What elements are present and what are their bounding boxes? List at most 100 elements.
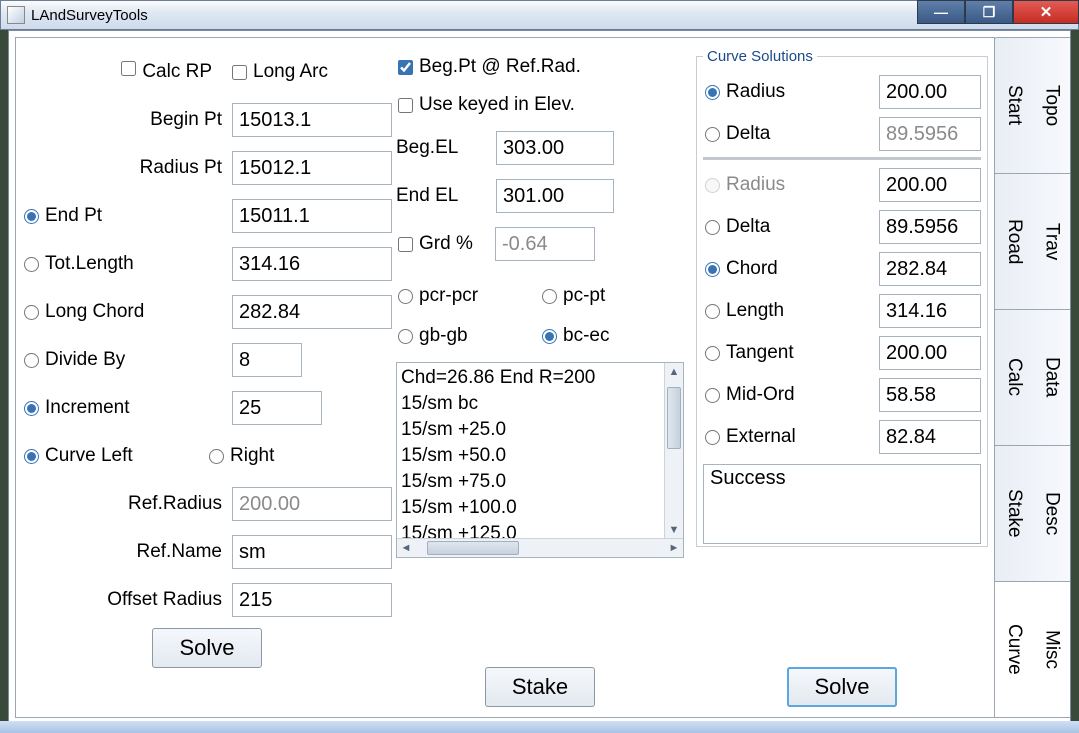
divide-by-label: Divide By [45, 349, 232, 371]
increment-label: Increment [45, 397, 232, 419]
taskbar[interactable] [0, 721, 1079, 733]
curve-right-radio[interactable] [209, 449, 224, 464]
window-title: LAndSurveyTools [31, 7, 148, 24]
gb-gb-radio[interactable] [398, 329, 413, 344]
pc-pt-radio[interactable] [542, 289, 557, 304]
cs-external-radio[interactable] [705, 430, 720, 445]
grd-label: Grd % [419, 233, 495, 255]
tab-topo-start[interactable]: Start Topo [994, 37, 1070, 174]
vertical-scrollbar[interactable]: ▲ ▼ [664, 363, 683, 539]
tab-trav-road[interactable]: Road Trav [994, 173, 1070, 310]
divide-by-input[interactable] [232, 343, 302, 377]
list-item[interactable]: Chd=26.86 End R=200 [401, 365, 679, 391]
list-item[interactable]: 15/sm +25.0 [401, 417, 679, 443]
close-button[interactable]: ✕ [1013, 0, 1079, 24]
cs-delta1-label: Delta [726, 123, 770, 145]
cs-length-radio[interactable] [705, 304, 720, 319]
bc-ec-radio[interactable] [542, 329, 557, 344]
grd-checkbox[interactable] [398, 237, 413, 252]
long-chord-input[interactable] [232, 295, 392, 329]
stake-button[interactable]: Stake [485, 667, 595, 707]
cs-external-label: External [726, 426, 796, 448]
cs-chord-radio[interactable] [705, 262, 720, 277]
scroll-left-icon[interactable]: ◄ [397, 539, 415, 557]
cs-delta1-input [879, 117, 981, 151]
tab-data-calc[interactable]: Calc Data [994, 309, 1070, 446]
hscroll-thumb[interactable] [427, 541, 519, 555]
list-item[interactable]: 15/sm +50.0 [401, 443, 679, 469]
curve-solutions-panel: Curve Solutions Radius Delta Radius Delt… [688, 48, 988, 707]
cs-delta2-input[interactable] [879, 210, 981, 244]
separator [703, 157, 981, 160]
gb-gb-label: gb-gb [419, 325, 468, 347]
beg-el-input[interactable] [496, 131, 614, 165]
use-keyed-label: Use keyed in Elev. [419, 94, 575, 116]
cs-delta1-radio[interactable] [705, 127, 720, 142]
beg-refrad-checkbox[interactable] [398, 60, 413, 75]
cs-tangent-label: Tangent [726, 342, 794, 364]
offset-radius-label: Offset Radius [22, 589, 232, 611]
curve-right-label: Right [230, 445, 274, 467]
cs-midord-radio[interactable] [705, 388, 720, 403]
cs-external-input[interactable] [879, 420, 981, 454]
long-arc-checkbox[interactable] [232, 65, 247, 80]
cs-radius2-input[interactable] [879, 168, 981, 202]
page-curve: Calc RP Long Arc Begin Pt Radius Pt End … [15, 37, 995, 718]
client-area: Start Topo Road Trav Calc Data Stake Des… [8, 30, 1071, 725]
end-pt-radio[interactable] [24, 209, 39, 224]
ref-name-input[interactable] [232, 535, 392, 569]
long-chord-radio[interactable] [24, 305, 39, 320]
cs-radius2-label: Radius [726, 174, 785, 196]
increment-input[interactable] [232, 391, 322, 425]
tot-length-input[interactable] [232, 247, 392, 281]
radius-pt-label: Radius Pt [22, 157, 232, 179]
end-el-input[interactable] [496, 179, 614, 213]
tot-length-radio[interactable] [24, 257, 39, 272]
scroll-thumb[interactable] [667, 387, 681, 449]
solve-left-button[interactable]: Solve [152, 628, 261, 668]
use-keyed-checkbox[interactable] [398, 98, 413, 113]
end-pt-label: End Pt [45, 205, 232, 227]
curve-solutions-group: Curve Solutions Radius Delta Radius Delt… [696, 48, 988, 547]
horizontal-scrollbar[interactable]: ◄ ► [397, 538, 683, 557]
beg-el-label: Beg.EL [396, 137, 496, 159]
cs-tangent-input[interactable] [879, 336, 981, 370]
scroll-right-icon[interactable]: ► [665, 539, 683, 557]
tot-length-label: Tot.Length [45, 253, 232, 275]
status-box: Success [703, 464, 981, 544]
cs-midord-input[interactable] [879, 378, 981, 412]
maximize-button[interactable]: ❐ [965, 0, 1013, 24]
calc-rp-checkbox[interactable] [121, 61, 136, 76]
scroll-up-icon[interactable]: ▲ [665, 363, 683, 381]
tab-desc-stake[interactable]: Stake Desc [994, 445, 1070, 582]
curve-left-label: Curve Left [45, 445, 133, 467]
stake-listbox[interactable]: Chd=26.86 End R=200 15/sm bc 15/sm +25.0… [396, 362, 684, 558]
list-item[interactable]: 15/sm +75.0 [401, 469, 679, 495]
divide-by-radio[interactable] [24, 353, 39, 368]
cs-radius1-input[interactable] [879, 75, 981, 109]
cs-tangent-radio[interactable] [705, 346, 720, 361]
radius-pt-input[interactable] [232, 151, 392, 185]
app-icon [7, 6, 25, 24]
pcr-pcr-label: pcr-pcr [419, 285, 478, 307]
cs-length-input[interactable] [879, 294, 981, 328]
titlebar[interactable]: LAndSurveyTools — ❐ ✕ [0, 0, 1079, 30]
cs-delta2-label: Delta [726, 216, 770, 238]
long-arc-label: Long Arc [253, 61, 328, 83]
cs-delta2-radio[interactable] [705, 220, 720, 235]
begin-pt-input[interactable] [232, 103, 392, 137]
solve-curve-button[interactable]: Solve [787, 667, 896, 707]
list-item[interactable]: 15/sm +100.0 [401, 495, 679, 521]
offset-radius-input[interactable] [232, 583, 392, 617]
list-item[interactable]: 15/sm bc [401, 391, 679, 417]
pcr-pcr-radio[interactable] [398, 289, 413, 304]
side-tabstrip: Start Topo Road Trav Calc Data Stake Des… [994, 37, 1070, 718]
end-pt-input[interactable] [232, 199, 392, 233]
minimize-button[interactable]: — [917, 0, 965, 24]
bc-ec-label: bc-ec [563, 325, 609, 347]
curve-left-radio[interactable] [24, 449, 39, 464]
cs-radius1-radio[interactable] [705, 85, 720, 100]
tab-misc-curve[interactable]: Curve Misc [994, 581, 1070, 718]
cs-chord-input[interactable] [879, 252, 981, 286]
increment-radio[interactable] [24, 401, 39, 416]
